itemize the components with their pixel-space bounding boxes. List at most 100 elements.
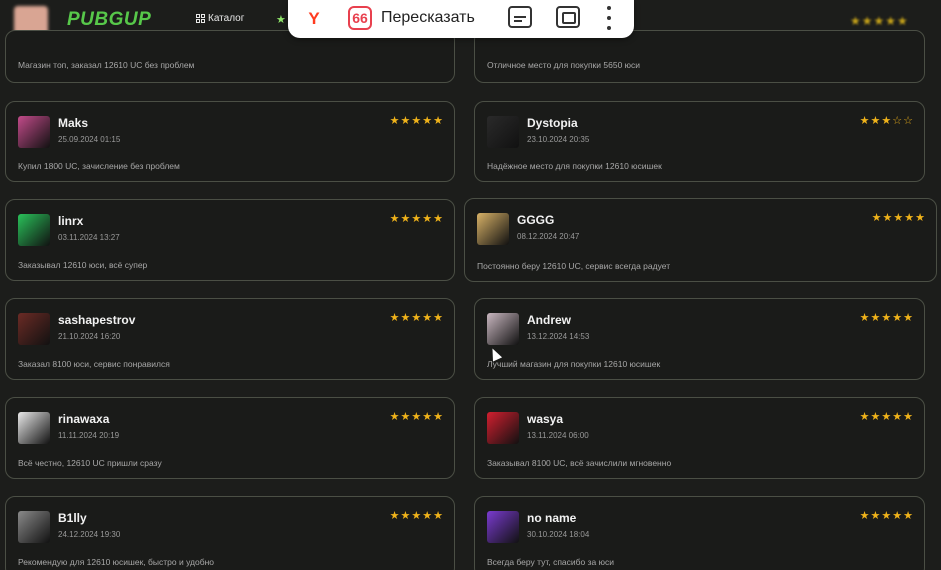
nav-catalog-label: Каталог <box>208 13 245 24</box>
review-card: no name 30.10.2024 18:04 ★★★★★ Всегда беру … <box>474 496 925 570</box>
review-text: Всегда беру тут, спасибо за юси <box>487 557 614 567</box>
star-empty-icon: ☆ <box>903 115 914 127</box>
rating-stars: ★★★★★ <box>390 311 444 324</box>
star-filled-icon: ★ <box>389 312 401 324</box>
star-filled-icon: ★ <box>433 510 444 522</box>
retell-icon[interactable]: 66 <box>348 6 372 30</box>
reviewer-name: no name <box>527 511 577 525</box>
star-empty-icon: ☆ <box>892 115 904 127</box>
star-filled-icon: ★ <box>389 115 401 127</box>
star-filled-icon: ★ <box>904 212 916 224</box>
reviewer-name: B1lly <box>58 511 87 525</box>
star-filled-icon: ★ <box>892 510 904 522</box>
star-filled-icon: ★ <box>871 212 883 224</box>
avatar <box>487 116 519 148</box>
reviewer-name: sashapestrov <box>58 313 136 327</box>
reviewer-name: wasya <box>527 412 564 426</box>
star-filled-icon: ★ <box>903 411 914 423</box>
review-card: Maks 25.09.2024 01:15 ★★★★★ Купил 1800 UC, … <box>5 101 455 182</box>
review-text: Надёжное место для покупки 12610 юсишек <box>487 161 662 171</box>
star-filled-icon: ★ <box>881 510 893 522</box>
grid-icon <box>196 14 205 23</box>
star-filled-icon: ★ <box>915 212 926 224</box>
retell-button[interactable]: Пересказать <box>381 9 475 27</box>
avatar <box>487 412 519 444</box>
star-filled-icon: ★ <box>859 510 871 522</box>
star-filled-icon: ★ <box>433 411 444 423</box>
star-filled-icon: ★ <box>892 411 904 423</box>
star-filled-icon: ★ <box>870 411 882 423</box>
rating-stars: ★★★★★ <box>390 114 444 127</box>
avatar <box>18 511 50 543</box>
review-card: Andrew 13.12.2024 14:53 ★★★★★ Лучший магази… <box>474 298 925 380</box>
star-filled-icon: ★ <box>400 312 412 324</box>
review-text: Купил 1800 UC, зачисление без проблем <box>18 161 180 171</box>
review-date: 11.11.2024 20:19 <box>58 431 120 440</box>
review-text: Заказывал 8100 UC, всё зачислили мгновен… <box>487 458 672 468</box>
more-options-icon[interactable] <box>604 6 614 30</box>
star-filled-icon: ★ <box>400 213 412 225</box>
rating-stars: ★★★★★ <box>390 509 444 522</box>
star-filled-icon: ★ <box>422 411 434 423</box>
nav-catalog-link[interactable]: Каталог <box>196 13 244 24</box>
avatar <box>18 116 50 148</box>
review-date: 21.10.2024 16:20 <box>58 332 121 341</box>
rating-stars: ★★★☆☆ <box>860 114 914 127</box>
review-text: Заказывал 12610 юси, всё супер <box>18 260 148 270</box>
star-filled-icon: ★ <box>433 312 444 324</box>
star-filled-icon: ★ <box>903 510 914 522</box>
star-filled-icon: ★ <box>411 213 423 225</box>
star-filled-icon: ★ <box>400 411 412 423</box>
star-filled-icon: ★ <box>859 411 871 423</box>
star-filled-icon: ★ <box>859 312 871 324</box>
avatar <box>18 313 50 345</box>
star-filled-icon: ★ <box>870 510 882 522</box>
avatar <box>487 313 519 345</box>
review-text: Постоянно беру 12610 UC, сервис всегда р… <box>477 261 671 271</box>
star-filled-icon: ★ <box>411 312 423 324</box>
star-filled-icon: ★ <box>870 312 882 324</box>
star-icon[interactable]: ★ <box>276 13 286 26</box>
star-filled-icon: ★ <box>892 312 904 324</box>
review-date: 24.12.2024 19:30 <box>58 530 121 539</box>
star-filled-icon: ★ <box>433 213 444 225</box>
star-filled-icon: ★ <box>389 411 401 423</box>
star-filled-icon: ★ <box>859 115 871 127</box>
star-filled-icon: ★ <box>422 312 434 324</box>
star-filled-icon: ★ <box>881 312 893 324</box>
reviewer-name: rinawaxa <box>58 412 110 426</box>
review-card: GGGG 08.12.2024 20:47 ★★★★★ Постоянно беру … <box>464 198 937 282</box>
site-logo[interactable]: PUBGUP <box>67 9 151 31</box>
review-date: 13.12.2024 14:53 <box>527 332 590 341</box>
review-date: 30.10.2024 18:04 <box>527 530 590 539</box>
review-date: 08.12.2024 20:47 <box>517 232 580 241</box>
avatar <box>477 213 509 245</box>
star-filled-icon: ★ <box>881 411 893 423</box>
star-filled-icon: ★ <box>893 212 905 224</box>
star-filled-icon: ★ <box>411 411 423 423</box>
subtitles-icon[interactable] <box>508 6 532 28</box>
review-card: rinawaxa 11.11.2024 20:19 ★★★★★ Всё честно,… <box>5 397 455 479</box>
avatar <box>18 412 50 444</box>
review-text: Всё честно, 12610 UC пришли сразу <box>18 458 162 468</box>
review-card: linrx 03.11.2024 13:27 ★★★★★ Заказывал 1261… <box>5 199 455 281</box>
reviewer-name: GGGG <box>517 213 555 227</box>
picture-in-picture-icon[interactable] <box>556 6 580 28</box>
star-filled-icon: ★ <box>903 312 914 324</box>
review-date: 03.11.2024 13:27 <box>58 233 120 242</box>
yandex-icon[interactable]: Y <box>304 9 324 29</box>
star-filled-icon: ★ <box>389 510 401 522</box>
review-text: Отличное место для покупки 5650 юси <box>487 60 641 70</box>
review-text: Рекомендую для 12610 юсишек, быстро и уд… <box>18 557 215 567</box>
review-date: 13.11.2024 06:00 <box>527 431 589 440</box>
star-filled-icon: ★ <box>411 510 423 522</box>
avatar <box>18 214 50 246</box>
star-filled-icon: ★ <box>870 115 882 127</box>
star-filled-icon: ★ <box>389 213 401 225</box>
review-card: wasya 13.11.2024 06:00 ★★★★★ Заказывал 8100… <box>474 397 925 479</box>
star-filled-icon: ★ <box>400 115 412 127</box>
rating-stars-fragment: ★★★★★ <box>850 14 909 28</box>
star-filled-icon: ★ <box>422 115 434 127</box>
rating-stars: ★★★★★ <box>860 509 914 522</box>
review-text: Магазин топ, заказал 12610 UC без пробле… <box>18 60 195 70</box>
